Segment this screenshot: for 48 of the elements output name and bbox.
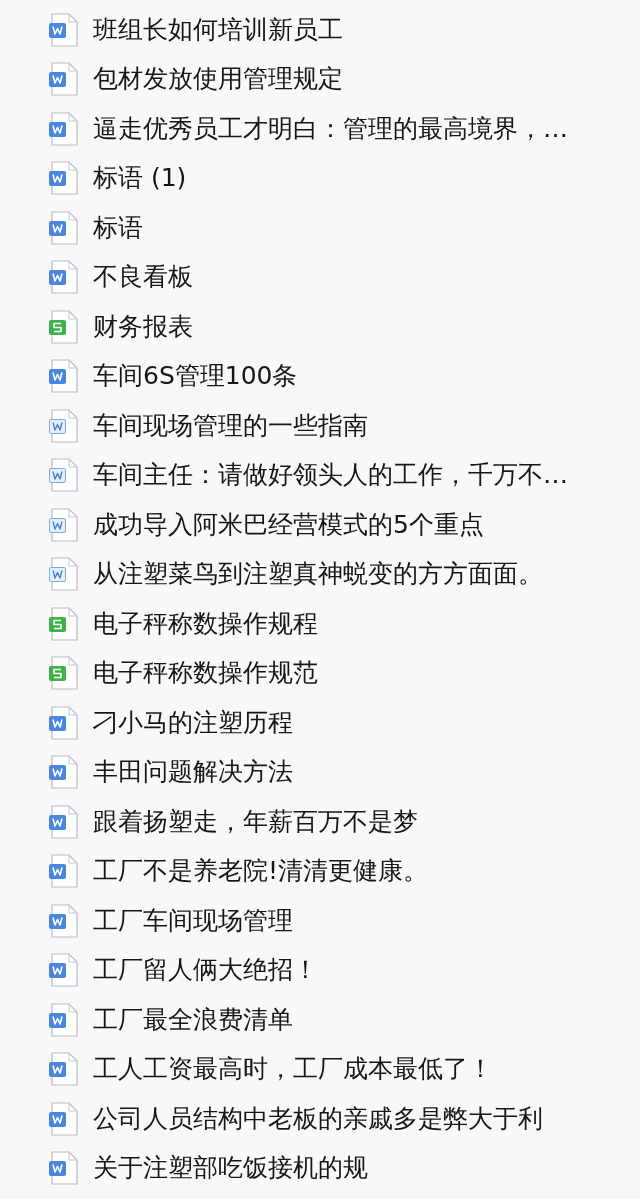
file-item[interactable]: 标语 bbox=[48, 210, 143, 245]
document-icon bbox=[48, 1052, 79, 1087]
document-icon bbox=[48, 953, 79, 988]
file-item[interactable]: 班组长如何培训新员工 bbox=[48, 12, 343, 47]
spreadsheet-icon bbox=[48, 656, 79, 691]
file-item[interactable]: 电子秤称数操作规范 bbox=[48, 656, 318, 691]
document-icon bbox=[48, 804, 79, 839]
file-item[interactable]: 不良看板 bbox=[48, 260, 193, 295]
file-item[interactable]: 财务报表 bbox=[48, 309, 193, 344]
file-item[interactable]: 刁小马的注塑历程 bbox=[48, 705, 293, 740]
file-item[interactable]: 丰田问题解决方法 bbox=[48, 755, 293, 790]
file-item[interactable]: 跟着扬塑走，年薪百万不是梦 bbox=[48, 804, 418, 839]
spreadsheet-icon bbox=[48, 606, 79, 641]
file-item[interactable]: 工厂不是养老院!清清更健康。 bbox=[48, 854, 429, 889]
document-icon bbox=[48, 1101, 79, 1136]
document-icon bbox=[48, 408, 79, 443]
file-item[interactable]: 工厂留人俩大绝招！ bbox=[48, 953, 318, 988]
document-icon bbox=[48, 1151, 79, 1186]
file-item[interactable]: 工厂最全浪费清单 bbox=[48, 1002, 293, 1037]
document-icon bbox=[48, 161, 79, 196]
document-icon bbox=[48, 458, 79, 493]
file-item[interactable]: 工厂车间现场管理 bbox=[48, 903, 293, 938]
document-icon bbox=[48, 111, 79, 146]
file-item[interactable]: 逼走优秀员工才明白：管理的最高境界，… bbox=[48, 111, 568, 146]
document-icon bbox=[48, 507, 79, 542]
file-item[interactable]: 包材发放使用管理规定 bbox=[48, 62, 343, 97]
document-icon bbox=[48, 854, 79, 889]
document-icon bbox=[48, 359, 79, 394]
file-item[interactable]: 公司人员结构中老板的亲戚多是弊大于利 bbox=[48, 1101, 543, 1136]
file-item[interactable]: 车间主任：请做好领头人的工作，千万不… bbox=[48, 458, 568, 493]
document-icon bbox=[48, 705, 79, 740]
file-item[interactable]: 车间现场管理的一些指南 bbox=[48, 408, 368, 443]
file-item[interactable]: 标语 (1) bbox=[48, 161, 187, 196]
file-item[interactable]: 电子秤称数操作规程 bbox=[48, 606, 318, 641]
file-item[interactable]: 工人工资最高时，工厂成本最低了！ bbox=[48, 1052, 493, 1087]
spreadsheet-icon bbox=[48, 309, 79, 344]
document-icon bbox=[48, 1002, 79, 1037]
document-icon bbox=[48, 557, 79, 592]
document-icon bbox=[48, 755, 79, 790]
document-icon bbox=[48, 260, 79, 295]
document-icon bbox=[48, 12, 79, 47]
file-item[interactable]: 车间6S管理100条 bbox=[48, 359, 298, 394]
file-item[interactable]: 从注塑菜鸟到注塑真神蜕变的方方面面。 bbox=[48, 557, 543, 592]
document-icon bbox=[48, 210, 79, 245]
file-item[interactable]: 关于注塑部吃饭接机的规 bbox=[48, 1151, 368, 1186]
document-icon bbox=[48, 903, 79, 938]
document-icon bbox=[48, 62, 79, 97]
file-item[interactable]: 成功导入阿米巴经营模式的5个重点 bbox=[48, 507, 484, 542]
